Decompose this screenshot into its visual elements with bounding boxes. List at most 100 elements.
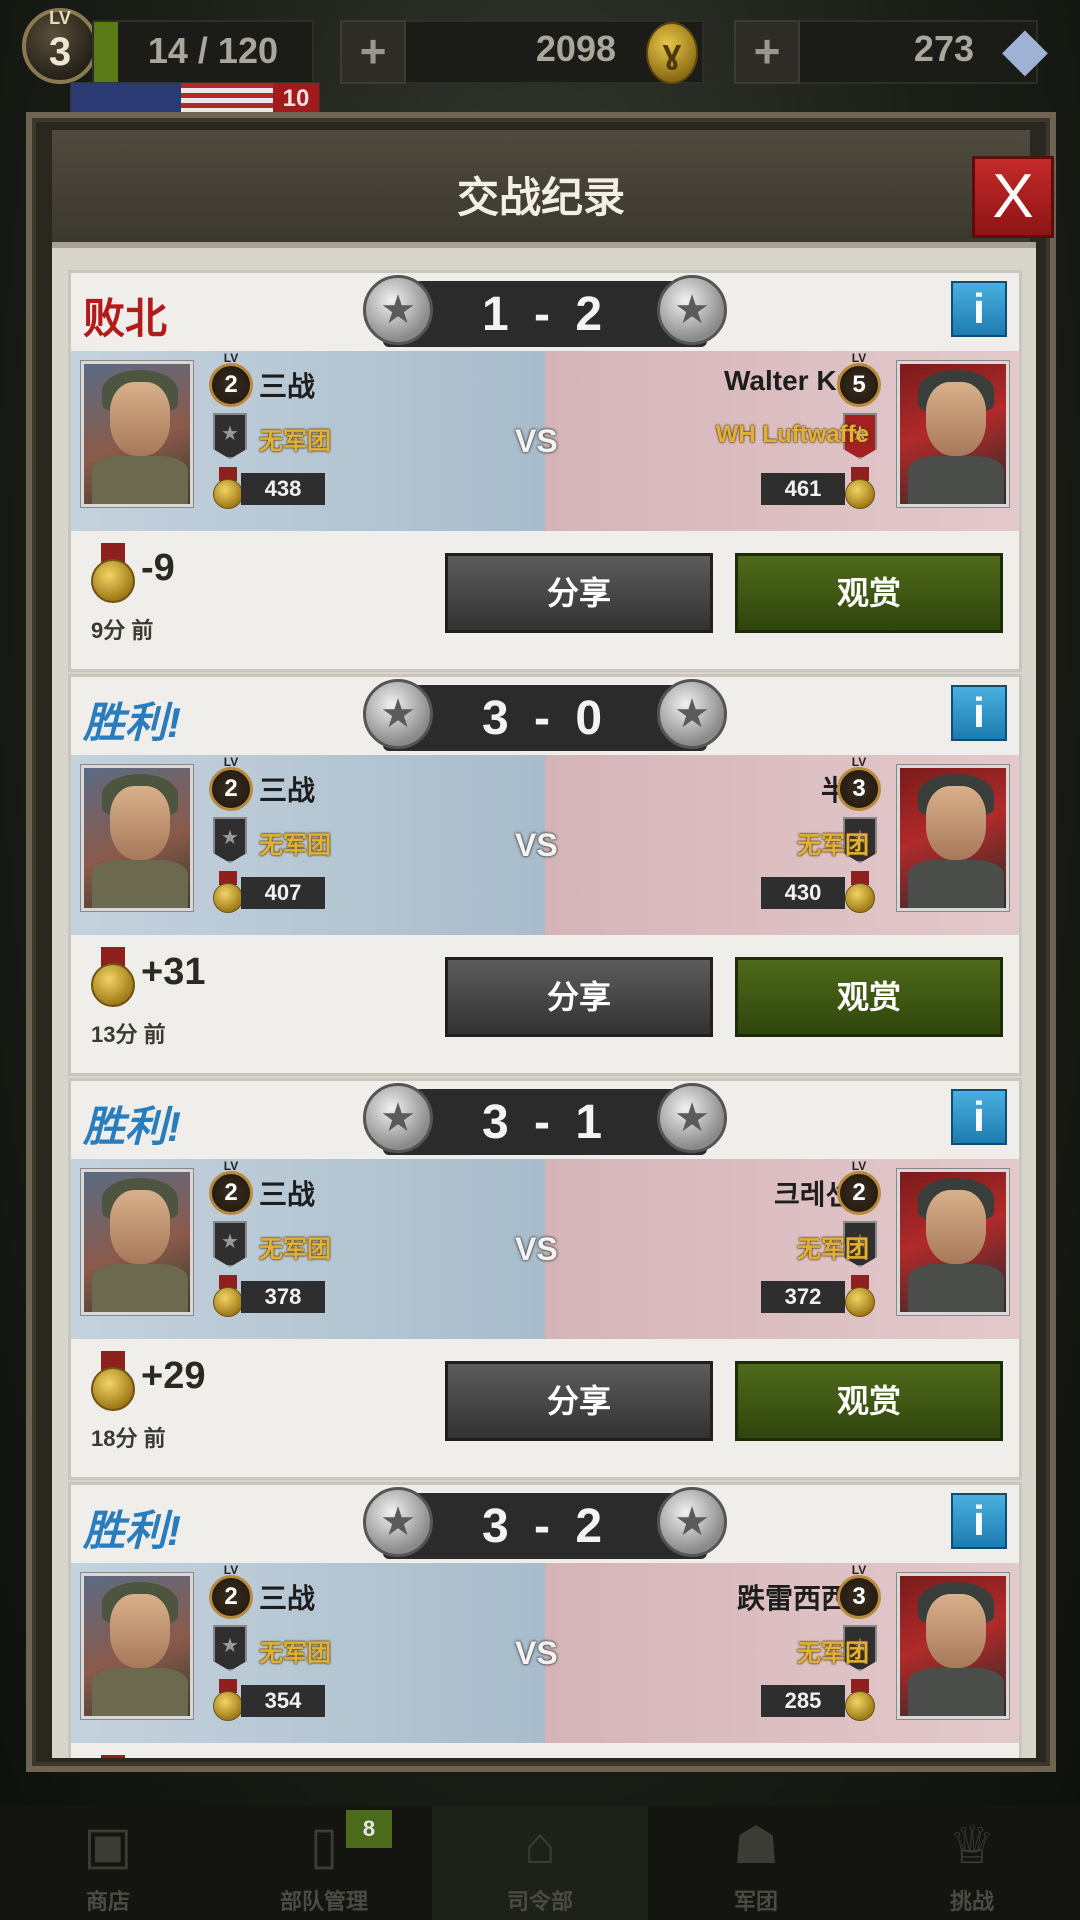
star-medal-icon: ★ (363, 1083, 433, 1153)
matchup-row: LV 2 三战 ★ 无军团 354 VS 跌雷西西西 LV 3 ★ 无军团 28… (71, 1563, 1019, 1743)
player-level: 3 (48, 30, 72, 74)
medal-disc (213, 883, 243, 913)
energy-fill (94, 22, 118, 82)
energy-text: 14 / 120 (147, 30, 278, 71)
opponent-points: 461 (761, 473, 845, 505)
result-label: 败北 (83, 295, 168, 342)
medal-disc (213, 1691, 243, 1721)
lv-tag: LV (223, 1159, 239, 1173)
points-delta: +31 (141, 951, 206, 993)
level-tag: LV (49, 8, 71, 28)
time-ago: 18分 前 (91, 1426, 166, 1451)
nav-item-shop[interactable]: ▣ 商店 (0, 1806, 216, 1920)
watch-replay-button[interactable]: 观赏 (735, 553, 1003, 633)
record-footer: 分享 观赏 (71, 1743, 1019, 1758)
info-button[interactable]: i (951, 1493, 1007, 1549)
player-level-badge: LV 2 (209, 756, 253, 811)
gem-amount: 273 (913, 28, 974, 69)
bottom-nav: ▣ 商店 ▯ 8 部队管理 ⌂ 司令部 ☗ 军团 ♕ 挑战 (0, 1806, 1080, 1920)
close-button[interactable]: X (972, 156, 1054, 238)
body-shape (92, 860, 188, 908)
player-level-badge[interactable]: LV 3 (22, 8, 98, 84)
medal-icon (91, 543, 135, 603)
player-level: 2 (224, 775, 238, 802)
player-points: 407 (241, 877, 325, 909)
body-shape (92, 1264, 188, 1312)
opponent-portrait[interactable] (897, 1169, 1009, 1315)
medal-disc (845, 479, 875, 509)
info-button[interactable]: i (951, 281, 1007, 337)
matchup-row: LV 2 三战 ★ 无军团 378 VS 크레센도 LV 2 ★ 无军团 372 (71, 1159, 1019, 1339)
face-shape (926, 382, 986, 456)
lv-tag: LV (223, 755, 239, 769)
nav-label: 商店 (85, 1889, 130, 1914)
opponent-points: 372 (761, 1281, 845, 1313)
info-button[interactable]: i (951, 685, 1007, 741)
face-shape (110, 382, 170, 456)
medal-disc (845, 1691, 875, 1721)
player-clan: 无军团 (259, 1640, 331, 1667)
body-shape (908, 456, 1004, 504)
trophy-icon: ♕ (948, 1817, 996, 1875)
flag-count: 10 (273, 83, 319, 115)
player-level-badge: LV 2 (209, 1564, 253, 1619)
lv-tag: LV (223, 351, 239, 365)
share-button[interactable]: 分享 (445, 1361, 713, 1441)
player-points: 354 (241, 1685, 325, 1717)
player-portrait[interactable] (81, 1169, 193, 1315)
add-gold-button[interactable]: + (340, 20, 406, 84)
opponent-level: 5 (852, 371, 866, 398)
nav-item-challenge[interactable]: ♕ 挑战 (864, 1806, 1080, 1920)
opponent-level-badge: LV 3 (837, 1564, 881, 1619)
medal-disc (91, 1367, 135, 1411)
shop-icon: ▣ (83, 1817, 133, 1875)
nav-item-legion[interactable]: ☗ 军团 (648, 1806, 864, 1920)
opponent-level-badge: LV 5 (837, 352, 881, 407)
nav-item-hq[interactable]: ⌂ 司令部 (432, 1806, 648, 1920)
opponent-portrait[interactable] (897, 361, 1009, 507)
player-portrait[interactable] (81, 1573, 193, 1719)
medal-disc (91, 963, 135, 1007)
opponent-level-badge: LV 3 (837, 756, 881, 811)
result-label: 胜利! (83, 1103, 181, 1150)
medal-icon (213, 871, 243, 913)
info-button[interactable]: i (951, 1089, 1007, 1145)
share-button[interactable]: 分享 (445, 957, 713, 1037)
star-medal-icon: ★ (657, 275, 727, 345)
player-portrait[interactable] (81, 361, 193, 507)
nav-item-troops[interactable]: ▯ 8 部队管理 (216, 1806, 432, 1920)
body-shape (908, 860, 1004, 908)
vs-label: VS (515, 423, 558, 459)
opponent-points: 285 (761, 1685, 845, 1717)
opponent-portrait[interactable] (897, 1573, 1009, 1719)
opponent-level-badge: LV 2 (837, 1160, 881, 1215)
opponent-clan: 无军团 (797, 832, 869, 859)
matchup-row: LV 2 三战 ★ 无军团 407 VS 半夜 LV 3 ★ 无军团 430 (71, 755, 1019, 935)
player-points: 378 (241, 1281, 325, 1313)
gem-icon: ◆ (1001, 15, 1049, 82)
medal-icon (845, 871, 875, 913)
hq-icon: ⌂ (524, 1817, 556, 1875)
opponent-clan: 无军团 (797, 1236, 869, 1263)
face-shape (926, 1190, 986, 1264)
record-card: 胜利! 3 - 1 ★ ★ i LV 2 三战 ★ 无军团 378 VS 크레센… (68, 1078, 1022, 1480)
player-clan: 无军团 (259, 428, 331, 455)
top-hud: LV 3 14 / 120 10 + 2098 ɣ + 273 ◆ (0, 0, 1080, 118)
points-delta: -9 (141, 547, 175, 589)
add-gems-button[interactable]: + (734, 20, 800, 84)
face-shape (926, 1594, 986, 1668)
medal-ribbon (101, 1755, 125, 1758)
watch-replay-button[interactable]: 观赏 (735, 1361, 1003, 1441)
player-level: 2 (224, 1179, 238, 1206)
points-delta: +29 (141, 1355, 206, 1397)
record-list[interactable]: 败北 1 - 2 ★ ★ i LV 2 三战 ★ 无军团 438 VS Walt… (52, 242, 1036, 1758)
player-portrait[interactable] (81, 765, 193, 911)
watch-replay-button[interactable]: 观赏 (735, 957, 1003, 1037)
body-shape (908, 1264, 1004, 1312)
share-button[interactable]: 分享 (445, 553, 713, 633)
opponent-portrait[interactable] (897, 765, 1009, 911)
cards-icon: ▯ (309, 1817, 339, 1875)
star-medal-icon: ★ (657, 1083, 727, 1153)
flag-canton (71, 83, 181, 115)
medal-icon (845, 467, 875, 509)
